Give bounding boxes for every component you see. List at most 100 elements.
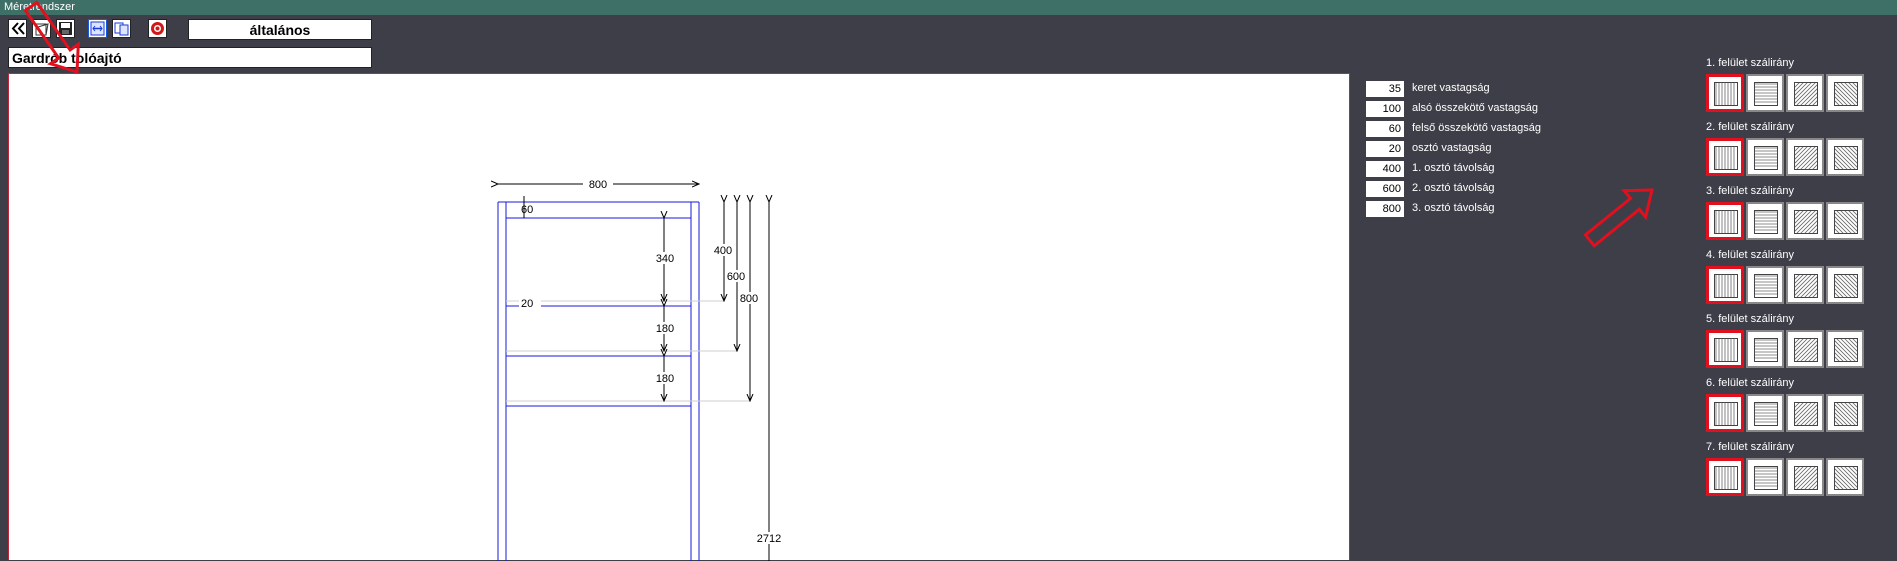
diagonal-left-grain-icon	[1834, 146, 1858, 170]
grain-group-title: 1. felület szálirány	[1706, 57, 1795, 69]
drawing-canvas[interactable]: 800 60 340 20 180 180 400 600 800 2712	[8, 73, 1350, 561]
param-value-input[interactable]: 400	[1366, 161, 1404, 177]
diagonal-right-grain-icon	[1794, 274, 1818, 298]
width-dimension-label: 800	[589, 179, 607, 191]
param-value-input[interactable]: 100	[1366, 101, 1404, 117]
horizontal-grain-button[interactable]	[1746, 74, 1784, 112]
horizontal-grain-icon	[1754, 82, 1778, 106]
vertical-grain-button[interactable]	[1706, 266, 1744, 304]
dist2-dimension-label: 600	[727, 271, 745, 283]
grain-group-title: 2. felület szálirány	[1706, 121, 1795, 133]
horizontal-grain-icon	[1754, 146, 1778, 170]
grain-group-title: 6. felület szálirány	[1706, 377, 1795, 389]
horizontal-grain-icon	[1754, 402, 1778, 426]
diagonal-right-grain-button[interactable]	[1786, 458, 1824, 496]
vertical-grain-button[interactable]	[1706, 202, 1744, 240]
horizontal-grain-button[interactable]	[1746, 202, 1784, 240]
product-name-field[interactable]: Gardrób tolóajtó	[8, 47, 372, 68]
diagonal-right-grain-button[interactable]	[1786, 330, 1824, 368]
diagonal-left-grain-icon	[1834, 402, 1858, 426]
extension-lines	[506, 300, 750, 402]
diagonal-right-grain-icon	[1794, 338, 1818, 362]
grain-group-title: 4. felület szálirány	[1706, 249, 1795, 261]
copy-button[interactable]	[112, 19, 131, 38]
diagonal-right-grain-button[interactable]	[1786, 394, 1824, 432]
back-button[interactable]	[8, 19, 27, 38]
param-label: keret vastagság	[1412, 82, 1490, 94]
diagonal-left-grain-button[interactable]	[1826, 458, 1864, 496]
diagonal-right-grain-button[interactable]	[1786, 138, 1824, 176]
diagonal-right-grain-button[interactable]	[1786, 202, 1824, 240]
diagonal-right-grain-button[interactable]	[1786, 74, 1824, 112]
diagonal-left-grain-button[interactable]	[1826, 74, 1864, 112]
category-select[interactable]: általános	[188, 19, 372, 40]
horizontal-grain-button[interactable]	[1746, 330, 1784, 368]
fit-width-icon	[90, 21, 105, 36]
copy-icon	[114, 22, 129, 36]
diagonal-left-grain-icon	[1834, 466, 1858, 490]
diagonal-right-grain-button[interactable]	[1786, 266, 1824, 304]
param-value-input[interactable]: 60	[1366, 121, 1404, 137]
divider-dimension-label: 20	[521, 298, 533, 310]
diagonal-left-grain-button[interactable]	[1826, 266, 1864, 304]
horizontal-grain-button[interactable]	[1746, 394, 1784, 432]
vertical-grain-icon	[1714, 210, 1738, 234]
vertical-grain-button[interactable]	[1706, 330, 1744, 368]
diagonal-left-grain-icon	[1834, 274, 1858, 298]
diagonal-right-grain-icon	[1794, 210, 1818, 234]
param-label: 1. osztó távolság	[1412, 162, 1495, 174]
grain-group-title: 3. felület szálirány	[1706, 185, 1795, 197]
param-label: felső összekötő vastagság	[1412, 122, 1542, 134]
param-label: alsó összekötő vastagság	[1412, 102, 1538, 114]
diagonal-right-grain-icon	[1794, 82, 1818, 106]
back-icon	[11, 22, 25, 35]
fit-width-button[interactable]	[88, 19, 107, 38]
horizontal-grain-button[interactable]	[1746, 266, 1784, 304]
diagonal-left-grain-icon	[1834, 338, 1858, 362]
gap1-dimension-label: 340	[656, 253, 674, 265]
param-value-input[interactable]: 35	[1366, 81, 1404, 97]
vertical-grain-icon	[1714, 338, 1738, 362]
grain-group-title: 7. felület szálirány	[1706, 441, 1795, 453]
diagonal-right-grain-icon	[1794, 146, 1818, 170]
param-label: osztó vastagság	[1412, 142, 1492, 154]
close-icon	[151, 22, 164, 35]
horizontal-grain-button[interactable]	[1746, 138, 1784, 176]
open-icon	[35, 23, 49, 36]
horizontal-grain-button[interactable]	[1746, 458, 1784, 496]
open-button[interactable]	[32, 19, 51, 38]
diagonal-left-grain-icon	[1834, 210, 1858, 234]
vertical-grain-icon	[1714, 402, 1738, 426]
vertical-grain-icon	[1714, 466, 1738, 490]
horizontal-grain-icon	[1754, 466, 1778, 490]
param-value-input[interactable]: 800	[1366, 201, 1404, 217]
height-dimension-label: 2712	[757, 533, 781, 545]
vertical-grain-button[interactable]	[1706, 138, 1744, 176]
diagonal-left-grain-button[interactable]	[1826, 202, 1864, 240]
save-button[interactable]	[56, 19, 75, 38]
close-button[interactable]	[148, 19, 167, 38]
diagonal-left-grain-icon	[1834, 82, 1858, 106]
horizontal-grain-icon	[1754, 210, 1778, 234]
annotation-arrow-grain-panel	[1583, 188, 1654, 248]
diagonal-left-grain-button[interactable]	[1826, 394, 1864, 432]
diagonal-left-grain-button[interactable]	[1826, 330, 1864, 368]
param-value-input[interactable]: 20	[1366, 141, 1404, 157]
diagonal-right-grain-icon	[1794, 466, 1818, 490]
vertical-grain-button[interactable]	[1706, 394, 1744, 432]
horizontal-grain-icon	[1754, 338, 1778, 362]
param-label: 3. osztó távolság	[1412, 202, 1495, 214]
gap2-dimension-label: 180	[656, 323, 674, 335]
top-rail-dimension-label: 60	[521, 204, 533, 216]
save-icon	[59, 22, 72, 35]
window-title: Méretrendszer	[0, 0, 1897, 15]
vertical-grain-icon	[1714, 146, 1738, 170]
dist3-dimension-label: 800	[740, 293, 758, 305]
param-value-input[interactable]: 600	[1366, 181, 1404, 197]
dist1-dimension-label: 400	[714, 245, 732, 257]
door-frame-drawing: 800 60 340 20 180 180 400 600 800 2712	[9, 178, 784, 561]
grain-group-title: 5. felület szálirány	[1706, 313, 1795, 325]
vertical-grain-button[interactable]	[1706, 458, 1744, 496]
vertical-grain-button[interactable]	[1706, 74, 1744, 112]
diagonal-left-grain-button[interactable]	[1826, 138, 1864, 176]
